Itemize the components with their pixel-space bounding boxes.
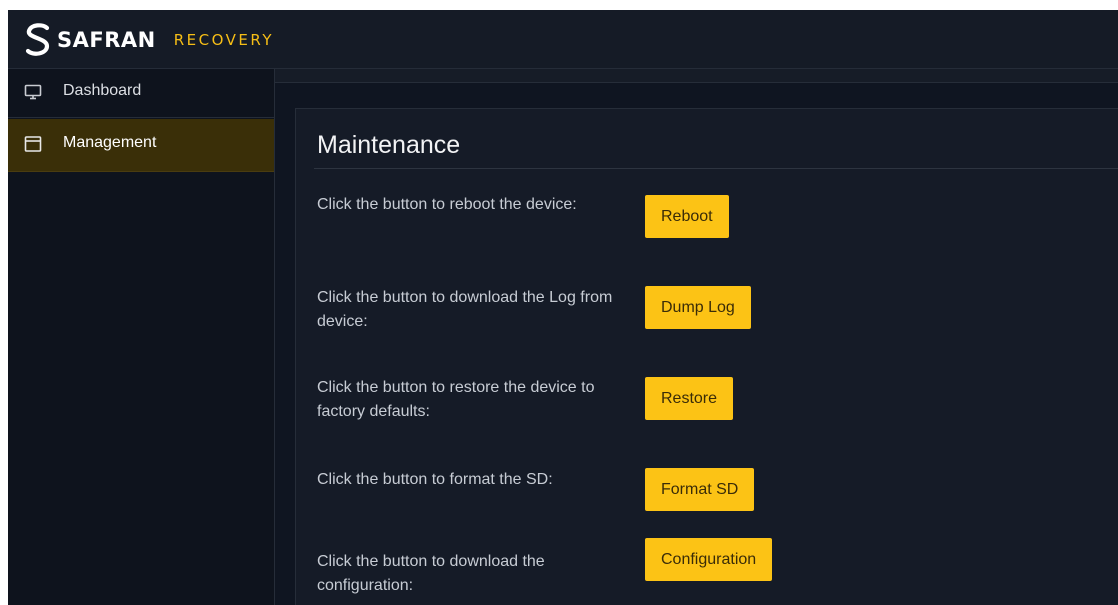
configuration-button[interactable]: Configuration xyxy=(645,538,773,581)
app-window: SAFRAN RECOVERY Dashboard Management Mai… xyxy=(8,10,1118,605)
reboot-button[interactable]: Reboot xyxy=(645,195,729,238)
product-name: RECOVERY xyxy=(173,31,275,49)
page-title: Maintenance xyxy=(317,131,461,159)
sidebar-item-management[interactable]: Management xyxy=(8,119,274,172)
dump-log-description: Click the button to download the Log fro… xyxy=(317,289,613,330)
sidebar: Dashboard Management xyxy=(8,69,275,605)
title-divider xyxy=(314,168,1118,169)
brand-name: SAFRAN xyxy=(57,28,156,52)
reboot-description: Click the button to reboot the device: xyxy=(317,196,577,213)
logo[interactable]: SAFRAN RECOVERY xyxy=(25,23,274,57)
sidebar-item-dashboard[interactable]: Dashboard xyxy=(8,69,274,118)
format-sd-button[interactable]: Format SD xyxy=(645,468,755,511)
window-icon xyxy=(24,136,42,152)
dump-log-button[interactable]: Dump Log xyxy=(645,286,751,329)
format-sd-description: Click the button to format the SD: xyxy=(317,471,553,488)
safran-s-logo-icon xyxy=(25,23,50,56)
configuration-description: Click the button to download the configu… xyxy=(317,553,545,594)
sidebar-item-label: Dashboard xyxy=(63,82,142,99)
restore-description: Click the button to restore the device t… xyxy=(317,379,595,420)
monitor-icon xyxy=(24,84,42,100)
sidebar-item-label: Management xyxy=(63,134,157,151)
top-header: SAFRAN RECOVERY xyxy=(8,10,1118,69)
restore-button[interactable]: Restore xyxy=(645,377,734,420)
content-top-bar xyxy=(275,69,1118,83)
maintenance-panel: Maintenance Click the button to reboot t… xyxy=(295,108,1118,605)
